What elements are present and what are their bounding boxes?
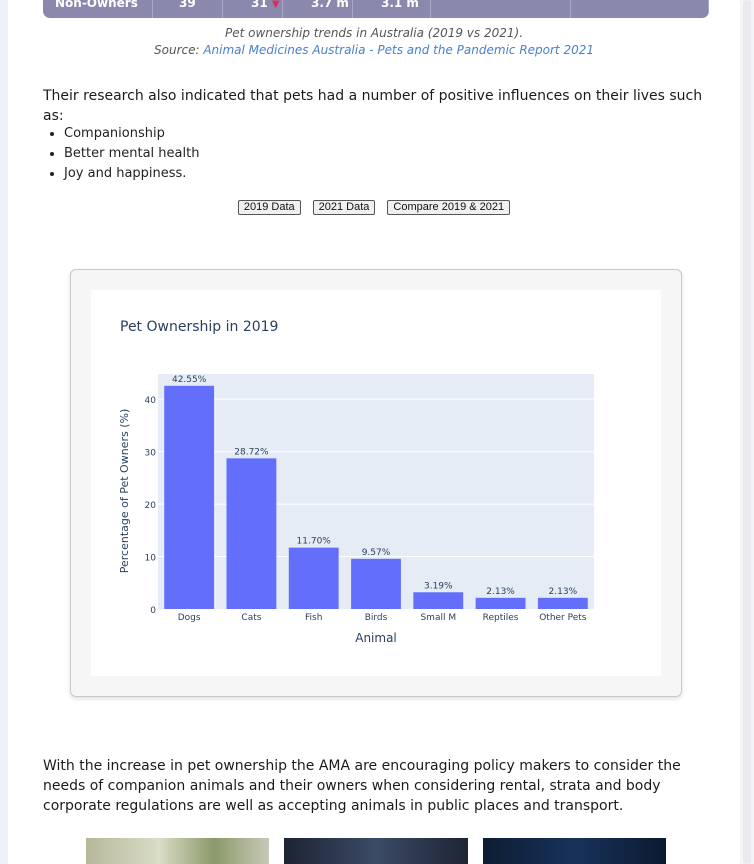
bar[interactable] <box>351 558 401 609</box>
bar[interactable] <box>475 597 526 609</box>
show-2021-button[interactable]: 2021 Data <box>312 200 376 215</box>
figure-source: Source: Animal Medicines Australia - Pet… <box>8 43 740 57</box>
table-cell: 39 <box>153 0 223 18</box>
chart-toggle-buttons: 2019 Data 2021 Data Compare 2019 & 2021 <box>8 200 740 215</box>
data-label: 3.19% <box>424 581 453 591</box>
data-label: 28.72% <box>234 447 269 457</box>
bar[interactable] <box>413 592 464 609</box>
data-label: 42.55% <box>172 375 207 385</box>
y-tick-label: 40 <box>145 396 157 406</box>
chart-card: Pet Ownership in 2019 42.55% 28.72% 11.70%… <box>70 269 682 697</box>
table-cell-empty <box>571 0 709 18</box>
data-label: 2.13% <box>486 587 515 597</box>
intro-paragraph: Their research also indicated that pets … <box>43 88 703 124</box>
figure-caption: Pet ownership trends in Australia (2019 … <box>224 26 524 40</box>
bar-chart: Pet Ownership in 2019 42.55% 28.72% 11.70%… <box>118 319 594 645</box>
gallery-image[interactable] <box>284 838 468 864</box>
gallery-image[interactable] <box>86 838 269 864</box>
x-tick-label: Cats <box>241 613 261 623</box>
y-axis-label: Percentage of Pet Owners (%) <box>118 409 131 573</box>
data-label: 11.70% <box>297 537 332 547</box>
x-tick-label: Small M <box>420 613 456 623</box>
bar[interactable] <box>164 385 215 609</box>
chart-container: Pet Ownership in 2019 42.55% 28.72% 11.70%… <box>91 290 661 676</box>
y-tick-label: 30 <box>145 449 157 459</box>
table-cell: 3.1 m <box>353 0 431 18</box>
closing-paragraph: With the increase in pet ownership the A… <box>43 758 681 814</box>
image-gallery <box>8 838 740 864</box>
show-2019-button[interactable]: 2019 Data <box>237 200 301 215</box>
down-triangle-icon: ▼ <box>271 0 280 10</box>
bar[interactable] <box>537 597 588 609</box>
table-cell-empty <box>431 0 571 18</box>
x-tick-label: Other Pets <box>539 613 587 623</box>
source-prefix: Source: <box>154 43 204 57</box>
gallery-image[interactable] <box>483 838 666 864</box>
bar[interactable] <box>226 458 277 609</box>
scrollbar-thumb[interactable] <box>743 0 751 864</box>
x-tick-label: Birds <box>365 613 388 623</box>
page: Non-Owners 39 31 ▼ 3.7 m 3.1 m Pet owner… <box>8 0 740 864</box>
y-tick-label: 10 <box>145 554 157 564</box>
table-cell: 31 ▼ <box>223 0 283 18</box>
table-row-label: Non-Owners <box>43 0 153 18</box>
table-cell: 3.7 m <box>283 0 353 18</box>
chart-title: Pet Ownership in 2019 <box>120 319 278 335</box>
scrollbar[interactable] <box>740 0 754 864</box>
x-tick-label: Dogs <box>178 613 201 623</box>
x-tick-label: Reptiles <box>483 613 519 623</box>
list-item: Joy and happiness. <box>64 164 199 184</box>
ownership-table-last-row: Non-Owners 39 31 ▼ 3.7 m 3.1 m <box>43 0 709 18</box>
compare-button[interactable]: Compare 2019 & 2021 <box>387 200 511 215</box>
data-label: 2.13% <box>549 587 578 597</box>
data-label: 9.57% <box>362 548 391 558</box>
list-item: Companionship <box>64 124 199 144</box>
benefits-list: Companionship Better mental health Joy a… <box>43 124 199 184</box>
list-item: Better mental health <box>64 144 199 164</box>
bar[interactable] <box>288 547 339 609</box>
y-tick-label: 0 <box>150 606 156 616</box>
x-axis-label: Animal <box>355 631 397 645</box>
y-tick-label: 20 <box>145 501 157 511</box>
x-tick-label: Fish <box>305 613 322 623</box>
source-link[interactable]: Animal Medicines Australia - Pets and th… <box>203 43 594 57</box>
